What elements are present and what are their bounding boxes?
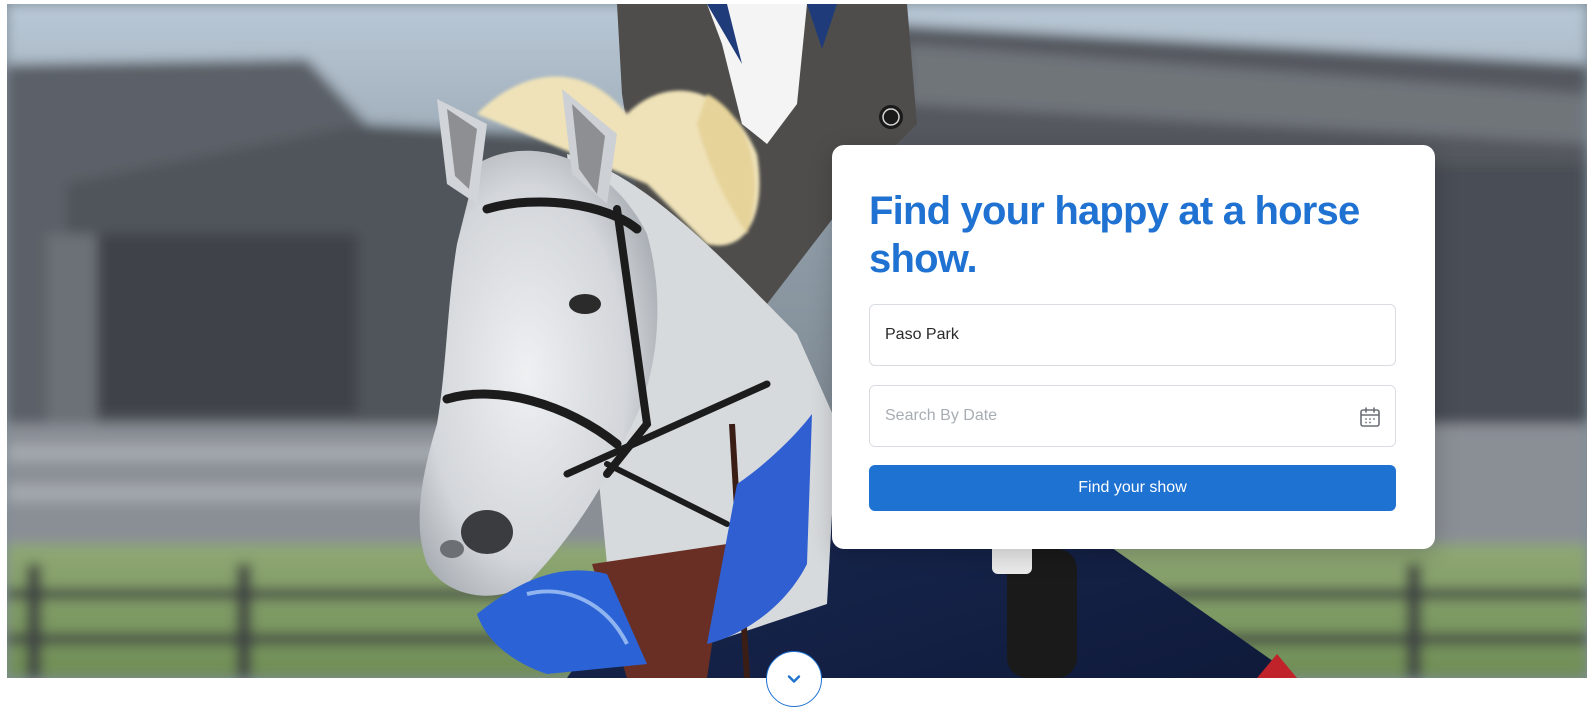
location-input[interactable]	[870, 305, 1395, 365]
scroll-down-button[interactable]	[766, 651, 822, 707]
search-card: Find your happy at a horse show. Find yo…	[832, 145, 1435, 549]
date-input[interactable]	[870, 386, 1395, 446]
location-field[interactable]	[869, 304, 1396, 366]
search-card-title: Find your happy at a horse show.	[869, 189, 1360, 281]
date-field[interactable]	[869, 385, 1396, 447]
find-your-show-button[interactable]: Find your show	[869, 465, 1396, 511]
calendar-icon[interactable]	[1358, 405, 1382, 429]
chevron-down-icon	[787, 675, 801, 683]
